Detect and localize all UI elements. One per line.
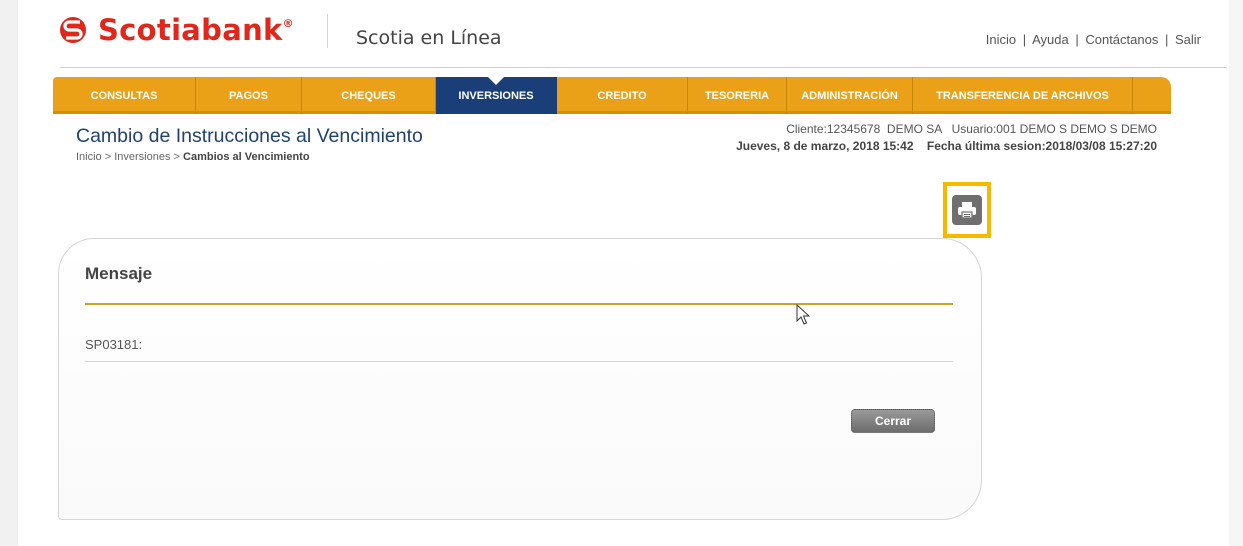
message-divider [85, 361, 953, 362]
breadcrumb-path[interactable]: Inicio > Inversiones > [76, 151, 183, 163]
link-inicio[interactable]: Inicio [986, 32, 1016, 47]
print-highlight [943, 182, 991, 238]
header-divider [327, 14, 328, 48]
nav-cheques[interactable]: CHEQUES [302, 77, 436, 114]
link-separator: | [1022, 32, 1027, 47]
printer-icon [958, 202, 976, 219]
message-code: SP03181: [85, 337, 143, 352]
header-rule [60, 67, 1227, 68]
client-info: Cliente:12345678 DEMO SA Usuario:001 DEM… [786, 122, 1157, 136]
mouse-cursor-icon [796, 304, 810, 325]
brand-wordmark: Scotiabank® [98, 13, 294, 47]
message-panel [58, 238, 982, 520]
scotiabank-logo[interactable]: Scotiabank® [58, 10, 294, 50]
window-edge-right [1229, 0, 1243, 546]
breadcrumb-current: Cambios al Vencimiento [183, 151, 310, 163]
close-button[interactable]: Cerrar [851, 409, 935, 433]
scotiabank-logo-icon [60, 17, 86, 43]
link-contactanos[interactable]: Contáctanos [1085, 32, 1158, 47]
nav-transferencia-archivos[interactable]: TRANSFERENCIA DE ARCHIVOS [913, 77, 1133, 114]
top-links: Inicio | Ayuda | Contáctanos | Salir [986, 32, 1201, 47]
nav-pagos[interactable]: PAGOS [196, 77, 302, 114]
link-separator: | [1164, 32, 1169, 47]
print-button[interactable] [952, 195, 982, 225]
link-ayuda[interactable]: Ayuda [1032, 32, 1069, 47]
link-salir[interactable]: Salir [1175, 32, 1201, 47]
nav-consultas[interactable]: CONSULTAS [53, 77, 196, 114]
main-nav: CONSULTAS PAGOS CHEQUES INVERSIONES CRED… [53, 77, 1171, 114]
nav-administracion[interactable]: ADMINISTRACIÓN [787, 77, 913, 114]
session-info: Jueves, 8 de marzo, 2018 15:42 Fecha últ… [736, 139, 1157, 153]
nav-credito[interactable]: CREDITO [557, 77, 688, 114]
link-separator: | [1075, 32, 1079, 47]
page-title: Cambio de Instrucciones al Vencimiento [76, 125, 423, 147]
breadcrumb: Inicio > Inversiones > Cambios al Vencim… [76, 151, 310, 163]
message-heading-rule [85, 303, 953, 305]
nav-tesoreria[interactable]: TESORERIA [688, 77, 787, 114]
window-edge-left [0, 0, 18, 546]
product-name: Scotia en Línea [356, 27, 502, 49]
nav-inversiones[interactable]: INVERSIONES [436, 77, 557, 114]
message-heading: Mensaje [85, 264, 153, 283]
